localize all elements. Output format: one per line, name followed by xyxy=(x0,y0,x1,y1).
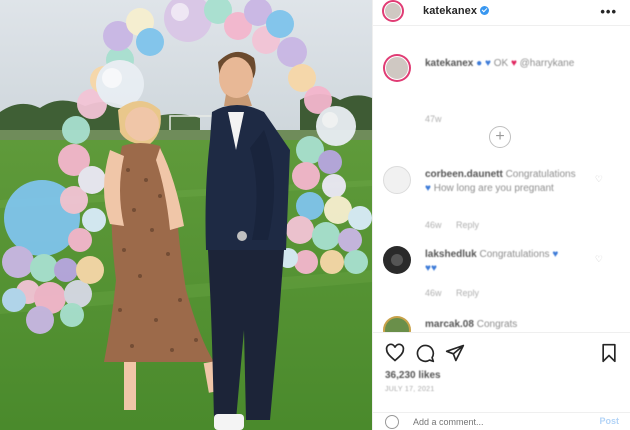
post-side-panel: katekanex ••• katekanex ● ♥ OK ♥ @harryk… xyxy=(372,0,630,430)
heart-icon[interactable]: ♡ xyxy=(595,174,603,185)
load-more-icon[interactable]: + xyxy=(489,126,511,148)
post-photo[interactable] xyxy=(0,0,372,430)
caption-time[interactable]: 47w xyxy=(425,114,442,124)
bookmark-icon[interactable] xyxy=(599,343,619,363)
blue-heart-icon: ♥♥ xyxy=(425,263,437,274)
verified-icon: ● xyxy=(476,58,483,69)
post-username-row: katekanex xyxy=(423,5,490,17)
blue-heart-icon: ♥ xyxy=(484,58,491,69)
caption-text: katekanex ● ♥ OK ♥ @harrykane xyxy=(425,57,601,71)
comment-icon[interactable] xyxy=(415,343,435,363)
post-comment-button[interactable]: Post xyxy=(599,416,619,426)
share-icon[interactable] xyxy=(445,343,465,363)
caption-username[interactable]: katekanex xyxy=(425,58,473,69)
post-header: katekanex ••• xyxy=(373,0,630,26)
more-icon[interactable]: ••• xyxy=(600,4,617,19)
comment-time[interactable]: 46w xyxy=(425,288,442,298)
caption-meta: 47w xyxy=(425,114,454,124)
comment-time[interactable]: 46w xyxy=(425,220,442,230)
red-heart-icon: ♥ xyxy=(510,58,517,69)
comment-username[interactable]: marcak.08 xyxy=(425,319,474,330)
comment-username[interactable]: corbeen.daunett xyxy=(425,169,503,180)
comment-avatar[interactable] xyxy=(383,316,411,332)
verified-icon xyxy=(480,6,490,15)
emoji-icon[interactable] xyxy=(385,415,399,429)
post-date[interactable]: JULY 17, 2021 xyxy=(385,386,435,393)
post-actions: 36,230 likes JULY 17, 2021 Post xyxy=(373,332,630,430)
profile-avatar[interactable] xyxy=(382,0,404,22)
heart-icon[interactable] xyxy=(385,343,405,363)
comment-text: marcak.08 Congrats xyxy=(425,318,601,332)
comment-username[interactable]: lakshedluk xyxy=(425,249,477,260)
caption-mention[interactable]: @harrykane xyxy=(520,58,575,69)
comment-avatar[interactable] xyxy=(383,166,411,194)
post-username[interactable]: katekanex xyxy=(423,5,477,17)
reply-button[interactable]: Reply xyxy=(456,220,479,230)
comment-body: Congrats xyxy=(476,319,518,330)
photo-illustration xyxy=(0,0,372,430)
comment-meta: 46w Reply xyxy=(425,288,491,298)
blue-heart-icon: ♥ xyxy=(425,183,431,194)
comment-meta: 46w Reply xyxy=(425,220,491,230)
caption-part-1: OK xyxy=(493,58,509,69)
comment-body-2: How long are you pregnant xyxy=(433,183,554,194)
comments-list[interactable]: katekanex ● ♥ OK ♥ @harrykane 47w + corb… xyxy=(373,36,630,332)
instagram-post-modal: katekanex ••• katekanex ● ♥ OK ♥ @harryk… xyxy=(0,0,630,430)
reply-button[interactable]: Reply xyxy=(456,288,479,298)
add-comment-bar: Post xyxy=(373,412,630,430)
caption-avatar[interactable] xyxy=(383,54,411,82)
heart-icon[interactable]: ♡ xyxy=(595,254,603,265)
blue-heart-icon: ♥ xyxy=(552,249,559,260)
comment-text: corbeen.daunett Congratulations ♥ How lo… xyxy=(425,168,601,196)
comment-text: lakshedluk Congratulations ♥ ♥♥ xyxy=(425,248,601,276)
comment-avatar[interactable] xyxy=(383,246,411,274)
comment-body: Congratulations xyxy=(505,169,576,180)
likes-count[interactable]: 36,230 likes xyxy=(385,370,441,381)
comment-input[interactable] xyxy=(413,415,583,429)
comment-body: Congratulations xyxy=(479,249,550,260)
